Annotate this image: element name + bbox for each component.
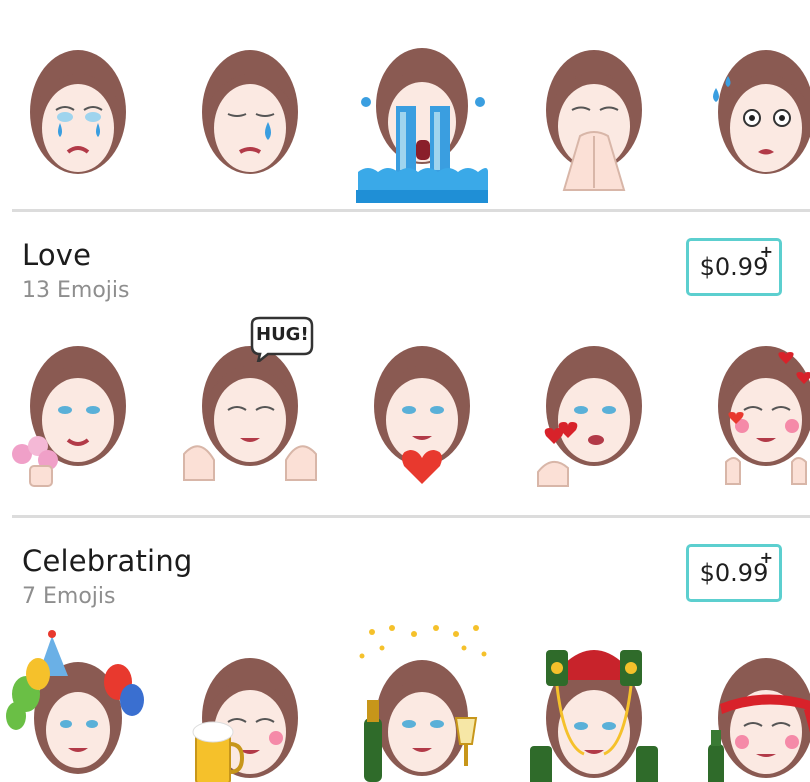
emoji-row-sad (0, 30, 810, 210)
hug-bubble-text: HUG! (256, 324, 309, 345)
emoji-champagne[interactable] (352, 622, 492, 782)
hug-speech-bubble: HUG! (248, 316, 314, 366)
pack-title: Love (22, 238, 92, 272)
section-divider (12, 515, 810, 518)
pack-header-celebrating: Celebrating 7 Emojis $0.99 + (0, 544, 810, 624)
buy-celebrating-pack-button[interactable]: $0.99 + (686, 544, 782, 602)
emoji-heart-hands[interactable] (352, 334, 492, 499)
emoji-waterfall-tears[interactable] (352, 40, 492, 205)
pack-title: Celebrating (22, 544, 193, 578)
buy-love-pack-button[interactable]: $0.99 + (686, 238, 782, 296)
emoji-store-screen: Love 13 Emojis $0.99 + HUG! Celebrating … (0, 0, 810, 782)
price-plus-badge: + (759, 242, 773, 261)
emoji-beer[interactable] (180, 626, 320, 782)
emoji-scared[interactable] (696, 40, 810, 205)
emoji-in-love[interactable] (696, 334, 810, 499)
price-plus-badge: + (759, 548, 773, 567)
emoji-tear[interactable] (180, 40, 320, 205)
section-divider (12, 209, 810, 212)
emoji-crying[interactable] (8, 40, 148, 205)
price-label: $0.99 (699, 253, 769, 281)
emoji-blow-kiss[interactable] (524, 334, 664, 499)
pack-emoji-count: 13 Emojis (22, 278, 130, 303)
emoji-row-love: HUG! (0, 316, 810, 500)
emoji-party-balloons[interactable] (6, 626, 148, 782)
emoji-beer-hat[interactable] (524, 626, 664, 782)
emoji-row-celebrating (0, 622, 810, 782)
pack-emoji-count: 7 Emojis (22, 584, 116, 609)
pack-header-love: Love 13 Emojis $0.99 + (0, 238, 810, 318)
price-label: $0.99 (699, 559, 769, 587)
emoji-shocked-hands[interactable] (524, 40, 664, 205)
emoji-flowers[interactable] (8, 334, 148, 499)
emoji-tipsy-bandana[interactable] (696, 626, 810, 782)
